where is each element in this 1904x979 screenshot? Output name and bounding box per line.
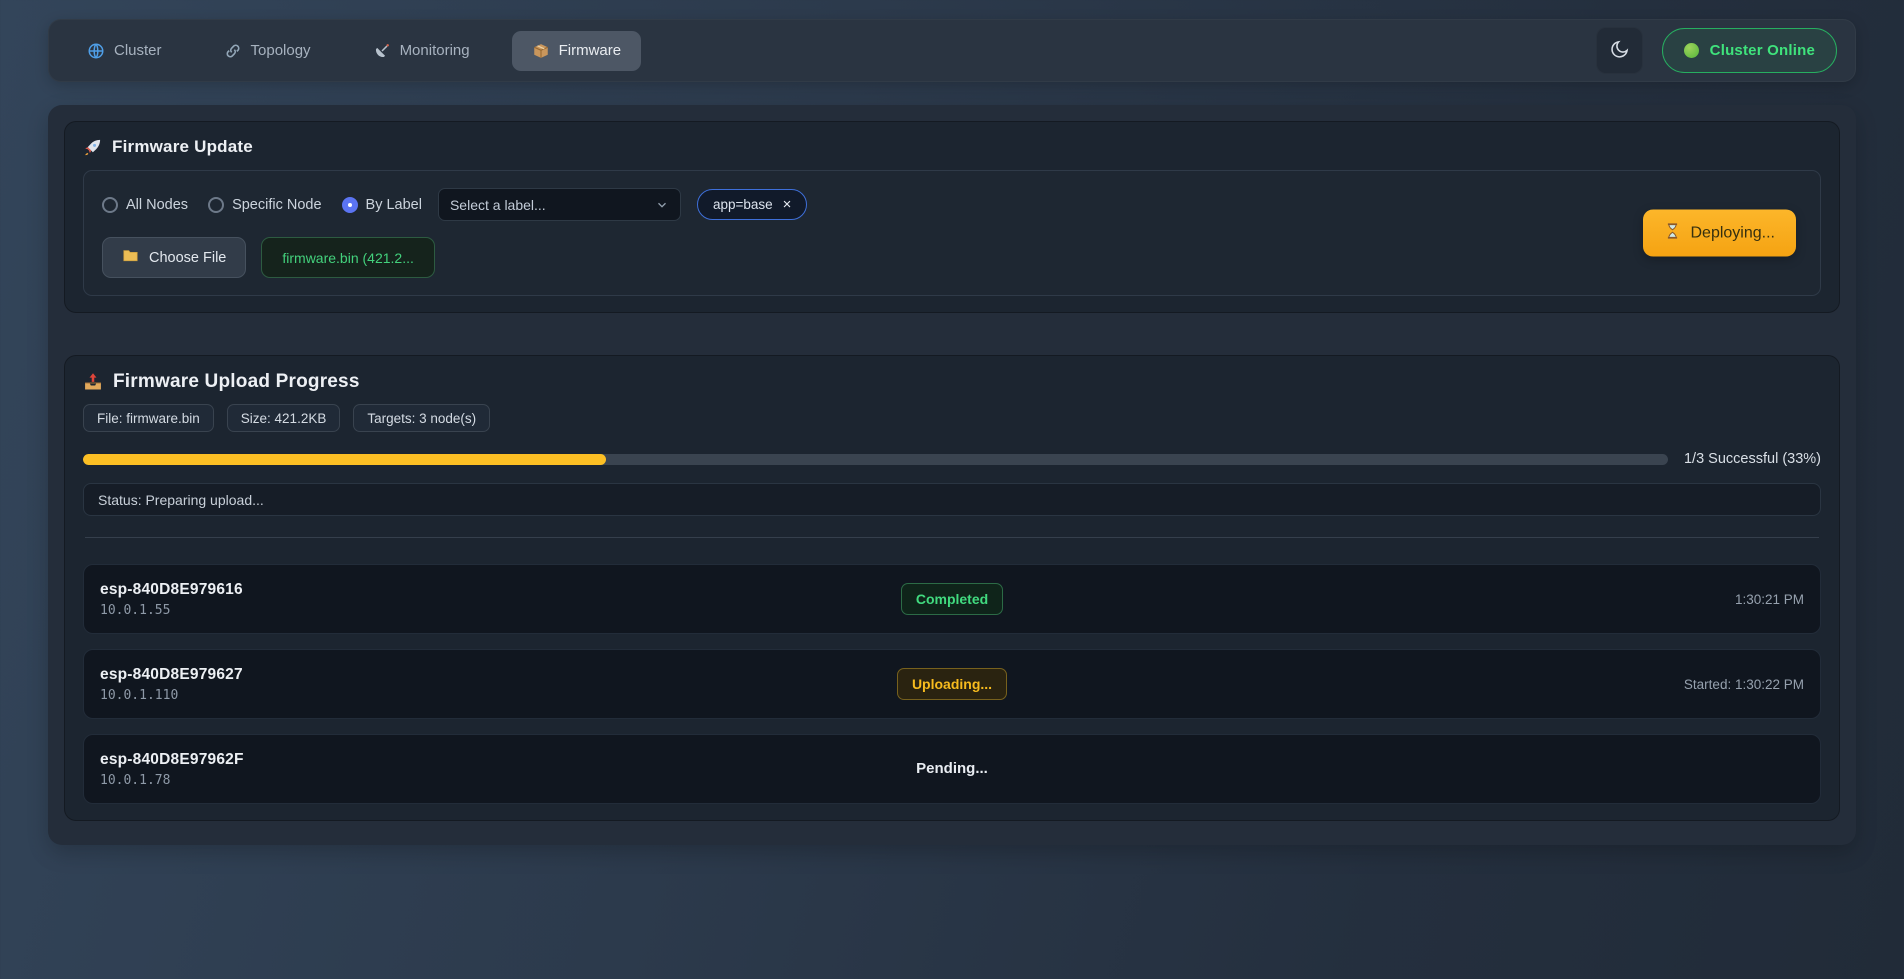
upload-progress-fill xyxy=(83,454,606,465)
label-tag-text: app=base xyxy=(713,197,773,212)
deploy-form-panel: All Nodes Specific Node By Label Select a … xyxy=(83,170,1821,296)
upload-status-box: Status: Preparing upload... xyxy=(83,483,1821,516)
deploy-button[interactable]: Deploying... xyxy=(1643,210,1797,257)
label-select[interactable]: Select a label... xyxy=(438,188,681,221)
node-ip: 10.0.1.55 xyxy=(100,603,901,618)
radio-dot-icon[interactable] xyxy=(208,197,224,213)
package-icon xyxy=(532,42,550,60)
tab-firmware[interactable]: Firmware xyxy=(512,31,642,71)
selected-label-tag: app=base × xyxy=(697,189,807,220)
tab-label: Monitoring xyxy=(400,42,470,59)
node-row: esp-840D8E979616 10.0.1.55Completed1:30:2… xyxy=(83,564,1821,634)
navbar-right: Cluster Online xyxy=(1596,27,1837,74)
radio-specific-node[interactable]: Specific Node xyxy=(208,197,321,213)
node-row: esp-840D8E97962F 10.0.1.78Pending... xyxy=(83,734,1821,804)
cluster-status-label: Cluster Online xyxy=(1710,42,1815,59)
radio-by-label[interactable]: By Label xyxy=(342,197,422,213)
label-select-placeholder: Select a label... xyxy=(450,197,546,213)
node-time: 1:30:21 PM xyxy=(1003,592,1804,607)
tab-topology[interactable]: Topology xyxy=(204,31,331,71)
upload-progress-title: Firmware Upload Progress xyxy=(83,371,1821,393)
node-status: Uploading... xyxy=(897,668,1007,700)
node-status-badge: Pending... xyxy=(916,760,988,777)
upload-meta-chips: File: firmware.bin Size: 421.2KB Targets: … xyxy=(83,404,1821,432)
firmware-update-title-text: Firmware Update xyxy=(112,137,253,157)
node-status-badge: Uploading... xyxy=(897,668,1007,700)
node-identity: esp-840D8E979616 10.0.1.55 xyxy=(100,581,901,618)
firmware-update-card: Firmware Update All Nodes Specific Node By… xyxy=(64,121,1840,313)
node-status-badge: Completed xyxy=(901,583,1003,615)
node-ip: 10.0.1.110 xyxy=(100,688,897,703)
node-identity: esp-840D8E979627 10.0.1.110 xyxy=(100,666,897,703)
cluster-status-badge: Cluster Online xyxy=(1662,28,1837,73)
section-divider xyxy=(85,537,1819,538)
upload-progress-bar xyxy=(83,454,1668,465)
upload-progress-title-text: Firmware Upload Progress xyxy=(113,371,360,393)
choose-file-label: Choose File xyxy=(149,250,226,266)
tab-label: Topology xyxy=(251,42,311,59)
radio-all-nodes[interactable]: All Nodes xyxy=(102,197,188,213)
chevron-down-icon xyxy=(655,198,669,212)
node-identity: esp-840D8E97962F 10.0.1.78 xyxy=(100,751,916,788)
node-status: Completed xyxy=(901,583,1003,615)
radio-label: By Label xyxy=(366,197,422,213)
meta-chip: Size: 421.2KB xyxy=(227,404,341,432)
globe-icon xyxy=(87,42,105,60)
target-mode-radios: All Nodes Specific Node By Label xyxy=(102,197,422,213)
meta-chip: File: firmware.bin xyxy=(83,404,214,432)
moon-icon xyxy=(1609,39,1630,63)
link-icon xyxy=(224,42,242,60)
nav-tabs: Cluster Topology Monitoring Firmware xyxy=(67,31,641,71)
status-dot-icon xyxy=(1684,43,1699,58)
tab-monitoring[interactable]: Monitoring xyxy=(353,31,490,71)
firmware-update-title: Firmware Update xyxy=(83,137,1821,157)
theme-toggle-button[interactable] xyxy=(1596,27,1643,74)
hourglass-icon xyxy=(1664,222,1681,244)
node-name: esp-840D8E979616 xyxy=(100,581,901,599)
node-row: esp-840D8E979627 10.0.1.110Uploading...St… xyxy=(83,649,1821,719)
top-navbar: Cluster Topology Monitoring Firmware Cluste… xyxy=(48,19,1856,82)
choose-file-button[interactable]: Choose File xyxy=(102,237,246,278)
folder-icon xyxy=(122,247,139,268)
deploy-button-label: Deploying... xyxy=(1691,224,1776,242)
radio-dot-icon[interactable] xyxy=(342,197,358,213)
node-status: Pending... xyxy=(916,760,988,778)
radio-label: Specific Node xyxy=(232,197,321,213)
tab-label: Firmware xyxy=(559,42,622,59)
progress-row: 1/3 Successful (33%) xyxy=(83,451,1821,467)
main-content: Firmware Update All Nodes Specific Node By… xyxy=(48,105,1856,845)
rocket-icon xyxy=(83,138,102,157)
progress-label: 1/3 Successful (33%) xyxy=(1684,451,1821,467)
outbox-tray-icon xyxy=(83,372,103,392)
tab-label: Cluster xyxy=(114,42,162,59)
radio-label: All Nodes xyxy=(126,197,188,213)
node-name: esp-840D8E979627 xyxy=(100,666,897,684)
node-name: esp-840D8E97962F xyxy=(100,751,916,769)
satellite-icon xyxy=(373,42,391,60)
node-ip: 10.0.1.78 xyxy=(100,773,916,788)
tab-cluster[interactable]: Cluster xyxy=(67,31,182,71)
node-time: Started: 1:30:22 PM xyxy=(1007,677,1804,692)
meta-chip: Targets: 3 node(s) xyxy=(353,404,490,432)
remove-tag-icon[interactable]: × xyxy=(783,197,792,212)
selected-file-chip: firmware.bin (421.2... xyxy=(261,237,435,278)
node-list: esp-840D8E979616 10.0.1.55Completed1:30:2… xyxy=(83,564,1821,804)
radio-dot-icon[interactable] xyxy=(102,197,118,213)
upload-progress-card: Firmware Upload Progress File: firmware.… xyxy=(64,355,1840,821)
